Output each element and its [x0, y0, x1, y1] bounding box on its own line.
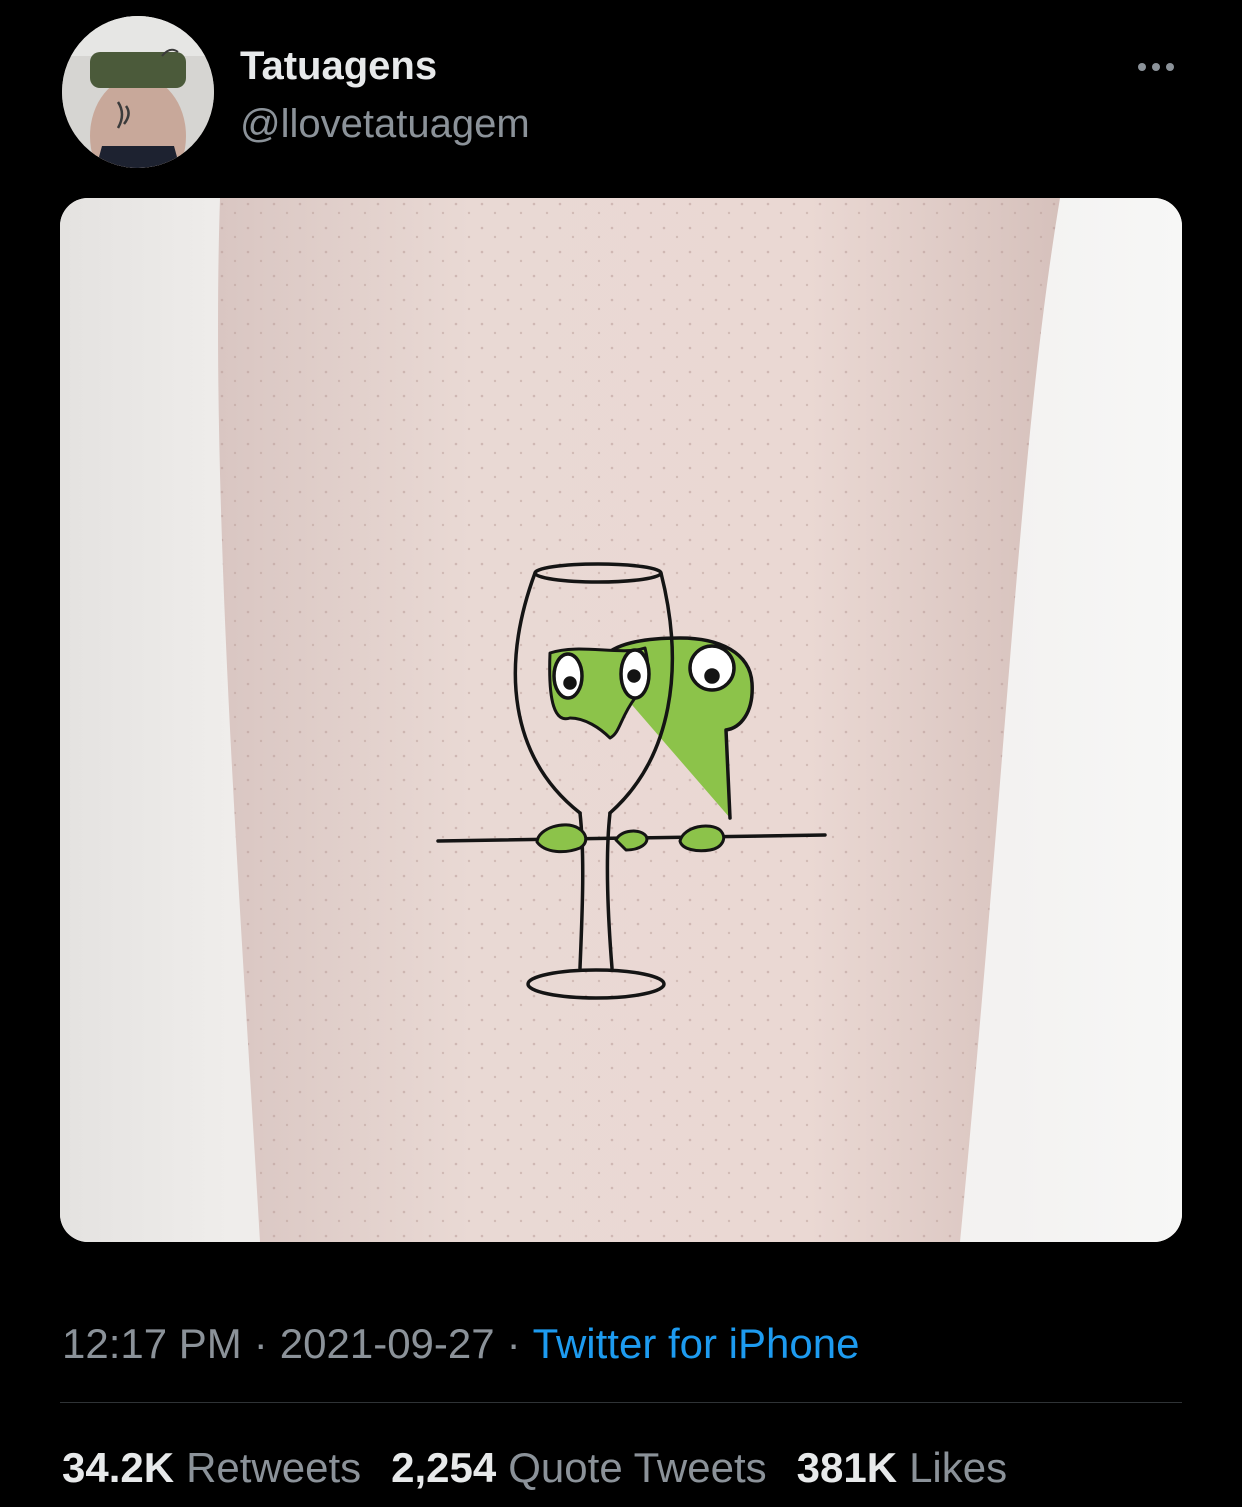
author-handle[interactable]: @llovetatuagem [240, 102, 530, 147]
likes-stat[interactable]: 381K Likes [797, 1444, 1007, 1492]
quote-tweets-count: 2,254 [391, 1444, 497, 1491]
retweets-count: 34.2K [62, 1444, 175, 1491]
profile-photo-icon [62, 16, 214, 168]
quote-tweets-label: Quote Tweets [508, 1444, 767, 1491]
tweet-detail: Tatuagens @llovetatuagem 12:17 PM · 2021… [0, 0, 1242, 1507]
more-options-button[interactable] [1128, 52, 1184, 82]
tattoo-photo-icon [60, 198, 1182, 1242]
divider [60, 1402, 1182, 1403]
tweet-stats: 34.2K Retweets 2,254 Quote Tweets 381K Like… [62, 1444, 1007, 1492]
tweet-source-link[interactable]: Twitter for iPhone [533, 1320, 860, 1367]
meta-separator: · [253, 1320, 268, 1367]
avatar[interactable] [62, 16, 214, 168]
likes-label: Likes [909, 1444, 1008, 1491]
meta-separator: · [506, 1320, 521, 1367]
tweet-time[interactable]: 12:17 PM [62, 1320, 242, 1367]
quote-tweets-stat[interactable]: 2,254 Quote Tweets [391, 1444, 767, 1492]
likes-count: 381K [796, 1444, 898, 1491]
tweet-date[interactable]: 2021-09-27 [280, 1320, 495, 1367]
tweet-media-photo[interactable] [60, 198, 1182, 1242]
retweets-stat[interactable]: 34.2K Retweets [62, 1444, 361, 1492]
tweet-meta: 12:17 PM · 2021-09-27 · Twitter for iPhone [62, 1320, 859, 1368]
ellipsis-icon [1138, 63, 1146, 71]
author-display-name[interactable]: Tatuagens [240, 44, 437, 89]
retweets-label: Retweets [186, 1444, 362, 1491]
